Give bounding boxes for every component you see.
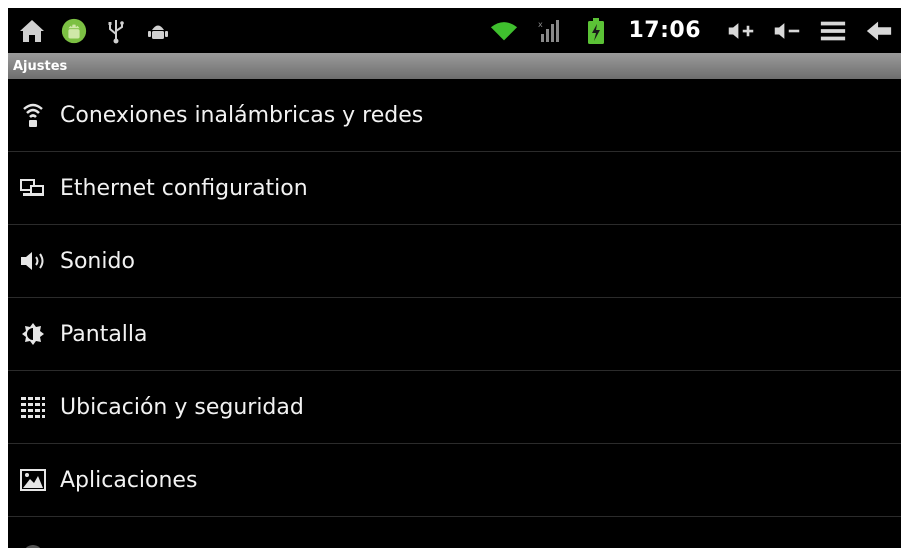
notification-icons — [18, 17, 172, 45]
settings-item-display[interactable]: Pantalla — [8, 298, 901, 371]
back-icon[interactable] — [865, 17, 893, 45]
location-security-icon — [18, 392, 48, 422]
system-tray: x 17:06 — [490, 8, 893, 53]
settings-item-label: Sonido — [60, 248, 135, 274]
android-icon — [60, 17, 88, 45]
settings-item-ethernet[interactable]: Ethernet configuration — [8, 152, 901, 225]
settings-item-location-security[interactable]: Ubicación y seguridad — [8, 371, 901, 444]
signal-icon: x — [536, 17, 564, 45]
settings-item-label: Ethernet configuration — [60, 175, 308, 201]
menu-icon[interactable] — [819, 17, 847, 45]
debug-icon — [144, 17, 172, 45]
settings-list: Conexiones inalámbricas y redes Ethernet… — [8, 79, 901, 548]
wifi-icon — [490, 17, 518, 45]
sound-icon — [18, 246, 48, 276]
volume-up-icon[interactable] — [727, 17, 755, 45]
tablet-screen: x 17:06 Ajustes Conexiones inalámbricas … — [8, 8, 901, 548]
applications-icon — [18, 465, 48, 495]
settings-item-label: Conexiones inalámbricas y redes — [60, 102, 424, 128]
svg-text:x: x — [538, 20, 543, 29]
clock: 17:06 — [628, 18, 701, 43]
settings-item-label: Aplicaciones — [60, 467, 198, 493]
settings-item-wireless[interactable]: Conexiones inalámbricas y redes — [8, 79, 901, 152]
volume-down-icon[interactable] — [773, 17, 801, 45]
settings-item-label: Pantalla — [60, 321, 148, 347]
settings-item-sound[interactable]: Sonido — [8, 225, 901, 298]
wireless-icon — [18, 100, 48, 130]
partial-item-icon — [18, 522, 48, 548]
battery-icon — [582, 17, 610, 45]
usb-icon — [102, 17, 130, 45]
settings-item-applications[interactable]: Aplicaciones — [8, 444, 901, 517]
page-title: Ajustes — [8, 53, 901, 79]
status-bar: x 17:06 — [8, 8, 901, 53]
home-icon[interactable] — [18, 17, 46, 45]
settings-item-label: Ubicación y seguridad — [60, 394, 304, 420]
display-icon — [18, 319, 48, 349]
ethernet-icon — [18, 173, 48, 203]
settings-item-partial[interactable] — [8, 517, 901, 548]
